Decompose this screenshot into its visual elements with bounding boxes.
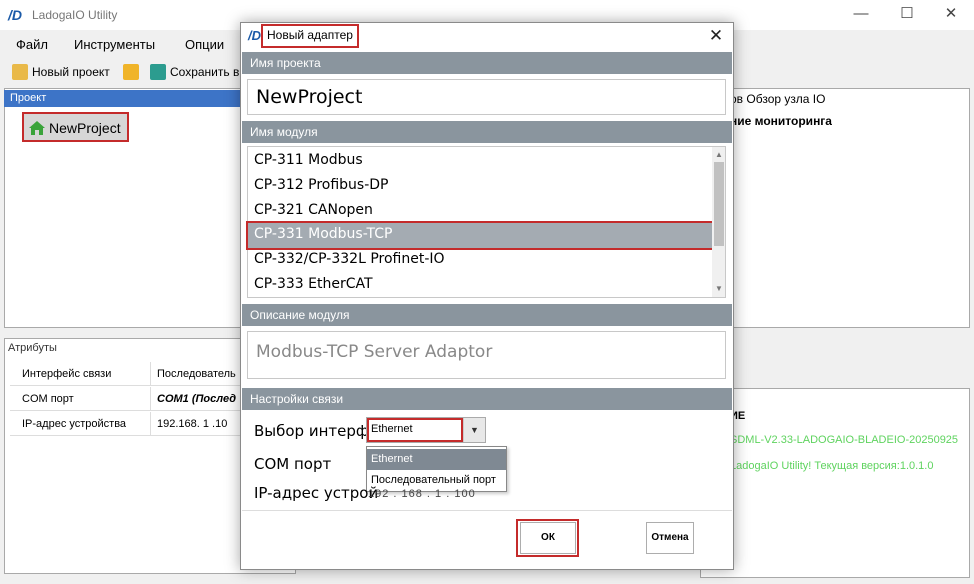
attribute-key: IP-адрес устройства [22,417,127,430]
close-window-icon[interactable]: ✕ [936,3,966,25]
tree-item-newproject[interactable]: NewProject [22,112,129,142]
dialog-title: Новый адаптер [261,24,359,48]
right-panel-tabs[interactable]: ов Обзор узла IO [730,92,825,106]
module-list-item[interactable]: CP-312 Profibus-DP [248,174,712,199]
minimize-icon[interactable]: — [846,3,876,25]
right-panel-header: ние мониторинга [730,114,832,128]
module-list-item-selected[interactable]: CP-331 Modbus-TCP [246,221,714,250]
app-title: LadogaIO Utility [32,8,118,22]
project-name-section: Имя проекта [242,52,732,74]
new-project-label: Новый проект [32,65,110,79]
menu-tools[interactable]: Инструменты [74,37,155,52]
attribute-key: COM порт [22,392,74,405]
scroll-down-icon[interactable]: ▼ [713,283,725,295]
save-button[interactable]: Сохранить в [150,62,239,82]
app-logo-icon: /D [8,7,22,23]
scrollbar-thumb[interactable] [714,162,724,246]
module-list-item[interactable]: CP-321 CANopen [248,199,712,224]
interface-select-value: Ethernet [367,418,463,442]
dropdown-option-ethernet[interactable]: Ethernet [367,449,506,470]
attribute-key: Интерфейс связи [22,367,112,380]
interface-select[interactable]: Ethernet ▼ [366,417,486,443]
chevron-down-icon[interactable]: ▼ [463,418,485,442]
open-button[interactable] [123,62,139,82]
ip-address-input[interactable]: 192 . 168 . 1 . 100 [368,488,476,500]
maximize-icon[interactable]: ☐ [892,3,922,25]
log-line: SDML-V2.33-LADOGAIO-BLADEIO-20250925 [730,434,959,446]
new-project-button[interactable]: Новый проект [12,62,110,82]
module-list-item[interactable]: CP-311 Modbus [248,149,712,174]
log-line: LadogaIO Utility! Текущая версия:1.0.1.0 [730,460,934,472]
scroll-up-icon[interactable]: ▲ [713,149,725,161]
module-name-section: Имя модуля [242,121,732,143]
attributes-title: Атрибуты [8,342,57,354]
com-port-label: COM порт [254,455,332,473]
save-label: Сохранить в [170,65,240,79]
module-description: Modbus-TCP Server Adaptor [247,331,726,379]
house-icon [28,120,46,136]
tree-item-label: NewProject [49,120,121,136]
ok-highlight [516,519,579,557]
module-list-item[interactable]: CP-332/CP-332L Profinet-IO [248,248,712,273]
menu-file[interactable]: Файл [16,37,48,52]
new-project-icon [12,64,28,80]
menu-options[interactable]: Опции [185,37,224,52]
interface-label: Выбор интерфе [254,422,378,440]
module-description-section: Описание модуля [242,304,732,326]
module-list-item[interactable]: CP-333 EtherCAT [248,273,712,298]
save-icon [150,64,166,80]
project-name-input[interactable]: NewProject [247,79,726,115]
cancel-button[interactable]: Отмена [646,522,694,554]
close-icon[interactable]: ✕ [702,24,730,48]
open-folder-icon [123,64,139,80]
ip-address-label: IP-адрес устрой [254,484,379,502]
dialog-footer-divider [242,510,732,511]
connection-settings-section: Настройки связи [242,388,732,410]
dialog-logo-icon: /D [248,28,261,43]
